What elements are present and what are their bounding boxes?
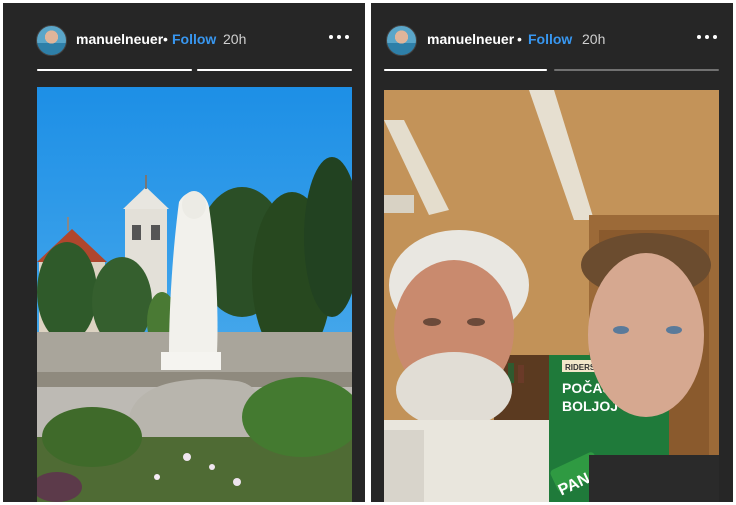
avatar[interactable] — [386, 25, 417, 56]
photo-statue-church — [37, 87, 352, 502]
story-photo-statue[interactable] — [37, 87, 352, 502]
story-panel-left: manuelneuer • Follow 20h — [3, 3, 365, 502]
story-photo-selfie[interactable]: RIDERS ONLY POČAST BOLJOJ C PAN — [384, 90, 719, 502]
username[interactable]: manuelneuer — [427, 31, 514, 47]
progress-segment — [554, 69, 719, 71]
progress-fill — [384, 69, 547, 71]
separator-dot: • — [517, 31, 522, 47]
separator-dot: • — [163, 31, 168, 47]
more-options-icon[interactable] — [327, 27, 351, 45]
story-progress — [384, 69, 719, 71]
follow-button[interactable]: Follow — [172, 31, 216, 47]
timestamp: 20h — [223, 31, 247, 47]
story-header: manuelneuer • Follow 20h — [371, 3, 733, 63]
username[interactable]: manuelneuer — [76, 31, 163, 47]
follow-button[interactable]: Follow — [528, 31, 572, 47]
story-header: manuelneuer • Follow 20h — [3, 3, 365, 63]
story-panel-right: manuelneuer • Follow 20h RIDERS ONLY POČ… — [371, 3, 733, 502]
progress-segment — [384, 69, 547, 71]
timestamp: 20h — [582, 31, 606, 47]
photo-selfie: RIDERS ONLY POČAST BOLJOJ C PAN — [384, 90, 719, 502]
avatar[interactable] — [36, 25, 67, 56]
progress-segment — [37, 69, 192, 71]
progress-segment — [197, 69, 352, 71]
more-options-icon[interactable] — [695, 27, 719, 45]
progress-fill — [197, 69, 352, 71]
story-progress — [37, 69, 352, 71]
progress-fill — [37, 69, 192, 71]
